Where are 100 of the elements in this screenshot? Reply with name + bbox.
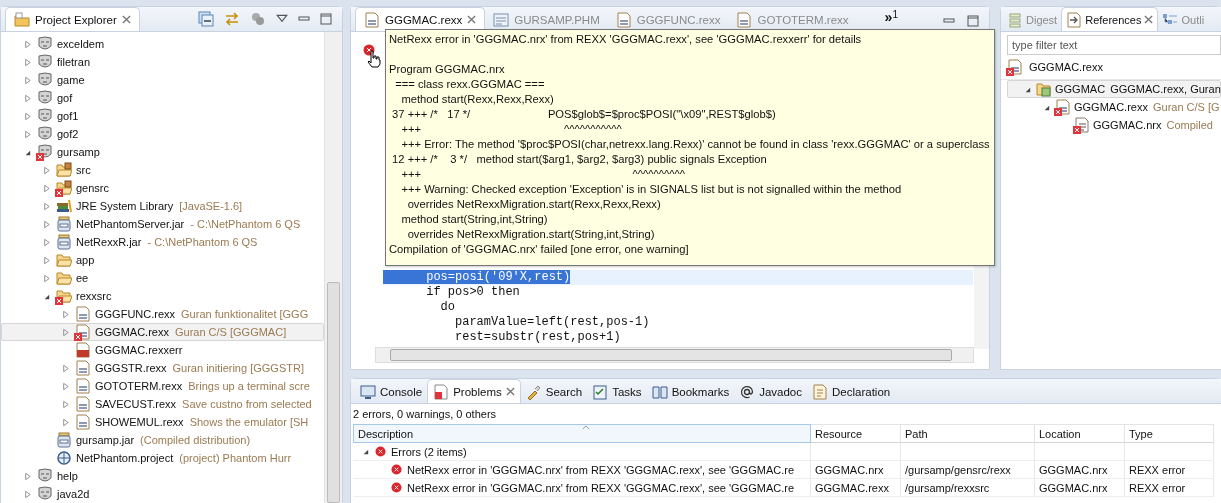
collapsed-arrow-icon[interactable] xyxy=(23,489,32,499)
tree-item[interactable]: GGGMAC.rexxerr xyxy=(1,341,324,359)
tree-item[interactable]: gof1 xyxy=(1,107,324,125)
scrollbar[interactable] xyxy=(375,347,974,363)
project-explorer-tab[interactable]: Project Explorer xyxy=(5,7,140,31)
collapsed-arrow-icon[interactable] xyxy=(42,183,51,193)
column-header[interactable]: Description xyxy=(353,424,811,443)
tree-item[interactable]: exceldem xyxy=(1,35,324,53)
editor-tab[interactable]: GGGMAC.rexx xyxy=(355,7,486,31)
view-tab[interactable]: Problems xyxy=(427,379,521,403)
tree-item[interactable]: GGGFUNC.rexx Guran funktionalitet [GGG xyxy=(1,305,324,323)
tooltip-line: === class rexx.GGGMAC === xyxy=(394,77,546,92)
tree-item[interactable]: java2d xyxy=(1,485,324,503)
folder-icon xyxy=(14,11,30,28)
close-icon[interactable] xyxy=(505,387,515,396)
collapsed-arrow-icon[interactable] xyxy=(23,93,32,103)
tooltip-line: method start(String,int,String) xyxy=(400,212,549,227)
tree-item[interactable]: app xyxy=(1,251,324,269)
tree-item[interactable]: SAVECUST.rexx Save custno from selected xyxy=(1,395,324,413)
tree-item[interactable]: filetran xyxy=(1,53,324,71)
view-tab[interactable]: References xyxy=(1061,7,1159,31)
collapse-all-icon[interactable] xyxy=(198,11,214,27)
monitor-icon xyxy=(360,384,376,400)
view-tab[interactable]: Declaration xyxy=(807,381,896,403)
maximize-icon[interactable] xyxy=(320,13,332,25)
collapsed-arrow-icon[interactable] xyxy=(23,39,32,49)
collapsed-arrow-icon[interactable] xyxy=(42,273,51,283)
tree-item[interactable]: gof2 xyxy=(1,125,324,143)
view-menu-icon[interactable] xyxy=(276,13,288,25)
collapsed-arrow-icon[interactable] xyxy=(42,165,51,175)
scrollbar-thumb[interactable] xyxy=(327,282,340,503)
maximize-icon[interactable] xyxy=(967,15,979,27)
collapsed-arrow-icon[interactable] xyxy=(61,417,70,427)
view-tab[interactable]: Javadoc xyxy=(734,381,807,403)
tree-item[interactable]: GGGMAC.nrx Compiled xyxy=(1007,116,1221,134)
document-arrow-icon xyxy=(1066,11,1083,28)
scrollbar-thumb[interactable] xyxy=(390,349,952,361)
tree-item-label: gursamp.jar xyxy=(76,434,135,446)
tree-item[interactable]: rexxsrc xyxy=(1,287,324,305)
table-cell: GGGMAC.nrx xyxy=(1039,481,1108,494)
close-icon[interactable] xyxy=(121,15,131,24)
view-tab[interactable]: Bookmarks xyxy=(646,381,735,403)
collapsed-arrow-icon[interactable] xyxy=(61,309,70,319)
tree-item[interactable]: gof xyxy=(1,89,324,107)
project-icon xyxy=(37,468,53,484)
view-tab[interactable]: Search xyxy=(520,381,588,403)
view-tab[interactable]: Console xyxy=(355,381,428,403)
tree-item[interactable]: NetRexxR.jar - C:\NetPhantom 6 QS xyxy=(1,233,324,251)
scrollbar[interactable] xyxy=(324,32,342,503)
collapsed-arrow-icon[interactable] xyxy=(23,75,32,85)
project-icon xyxy=(37,54,53,70)
error-file-icon xyxy=(75,342,91,358)
collapsed-arrow-icon[interactable] xyxy=(23,57,32,67)
link-arrows-icon[interactable] xyxy=(224,11,240,27)
filter-field[interactable]: type filter text xyxy=(1007,35,1221,55)
collapsed-arrow-icon[interactable] xyxy=(61,363,70,373)
tree-item[interactable]: GGGMAC.rexx Guran C/S [G xyxy=(1007,98,1221,116)
collapsed-arrow-icon[interactable] xyxy=(61,327,70,337)
collapsed-arrow-icon[interactable] xyxy=(42,237,51,247)
tree-item[interactable]: GGGMAC GGGMAC.rexx, Guran xyxy=(1007,80,1221,98)
tree-item[interactable]: GOTOTERM.rexx Brings up a terminal scre xyxy=(1,377,324,395)
tree-item[interactable]: GGGMAC.rexx Guran C/S [GGGMAC] xyxy=(1,323,324,341)
tree-item[interactable]: gensrc xyxy=(1,179,324,197)
column-header[interactable]: Path xyxy=(901,424,1035,443)
tree-item[interactable]: gursamp xyxy=(1,143,324,161)
collapsed-arrow-icon[interactable] xyxy=(61,381,70,391)
collapsed-arrow-icon[interactable] xyxy=(23,129,32,139)
close-icon[interactable] xyxy=(467,15,477,24)
column-header[interactable]: Location xyxy=(1035,424,1125,443)
column-header[interactable]: Type xyxy=(1125,424,1214,443)
tree-item[interactable]: NetPhantom.project (project) Phantom Hurr xyxy=(1,449,324,467)
column-header[interactable]: Resource xyxy=(811,424,901,443)
collapsed-arrow-icon[interactable] xyxy=(61,399,70,409)
jar-icon xyxy=(56,234,72,250)
tree-item[interactable]: SHOWEMUL.rexx Shows the emulator [SH xyxy=(1,413,324,431)
tree-item[interactable]: gursamp.jar (Compiled distribution) xyxy=(1,431,324,449)
tree-item[interactable]: JRE System Library [JavaSE-1.6] xyxy=(1,197,324,215)
tree-item-detail: [JavaSE-1.6] xyxy=(179,200,243,212)
list-icon xyxy=(1007,12,1023,28)
tree-item[interactable]: GGGSTR.rexx Guran initiering [GGGSTR] xyxy=(1,359,324,377)
expanded-arrow-icon[interactable] xyxy=(361,447,370,456)
collapsed-arrow-icon[interactable] xyxy=(23,471,32,481)
tree-item[interactable]: ee xyxy=(1,269,324,287)
tree-item[interactable]: help xyxy=(1,467,324,485)
tree-item[interactable]: src xyxy=(1,161,324,179)
tree-item-detail: Brings up a terminal scre xyxy=(188,380,310,392)
close-icon[interactable] xyxy=(1144,15,1154,24)
tree-item-label: JRE System Library xyxy=(76,200,174,212)
group-label[interactable]: Errors (2 items) xyxy=(391,445,467,458)
collapsed-arrow-icon[interactable] xyxy=(42,255,51,265)
tree-item[interactable]: game xyxy=(1,71,324,89)
tree-item-label: src xyxy=(76,164,91,176)
tree-item-detail: Guran initiering [GGGSTR] xyxy=(172,362,304,374)
collapsed-arrow-icon[interactable] xyxy=(23,111,32,121)
tree-item[interactable]: NetPhantomServer.jar - C:\NetPhantom 6 QS xyxy=(1,215,324,233)
table-cell: GGGMAC.rexx xyxy=(815,481,889,494)
collapsed-arrow-icon[interactable] xyxy=(42,219,51,229)
view-tab[interactable]: Tasks xyxy=(587,381,647,403)
collapsed-arrow-icon[interactable] xyxy=(42,201,51,211)
problems-icon xyxy=(433,383,450,400)
